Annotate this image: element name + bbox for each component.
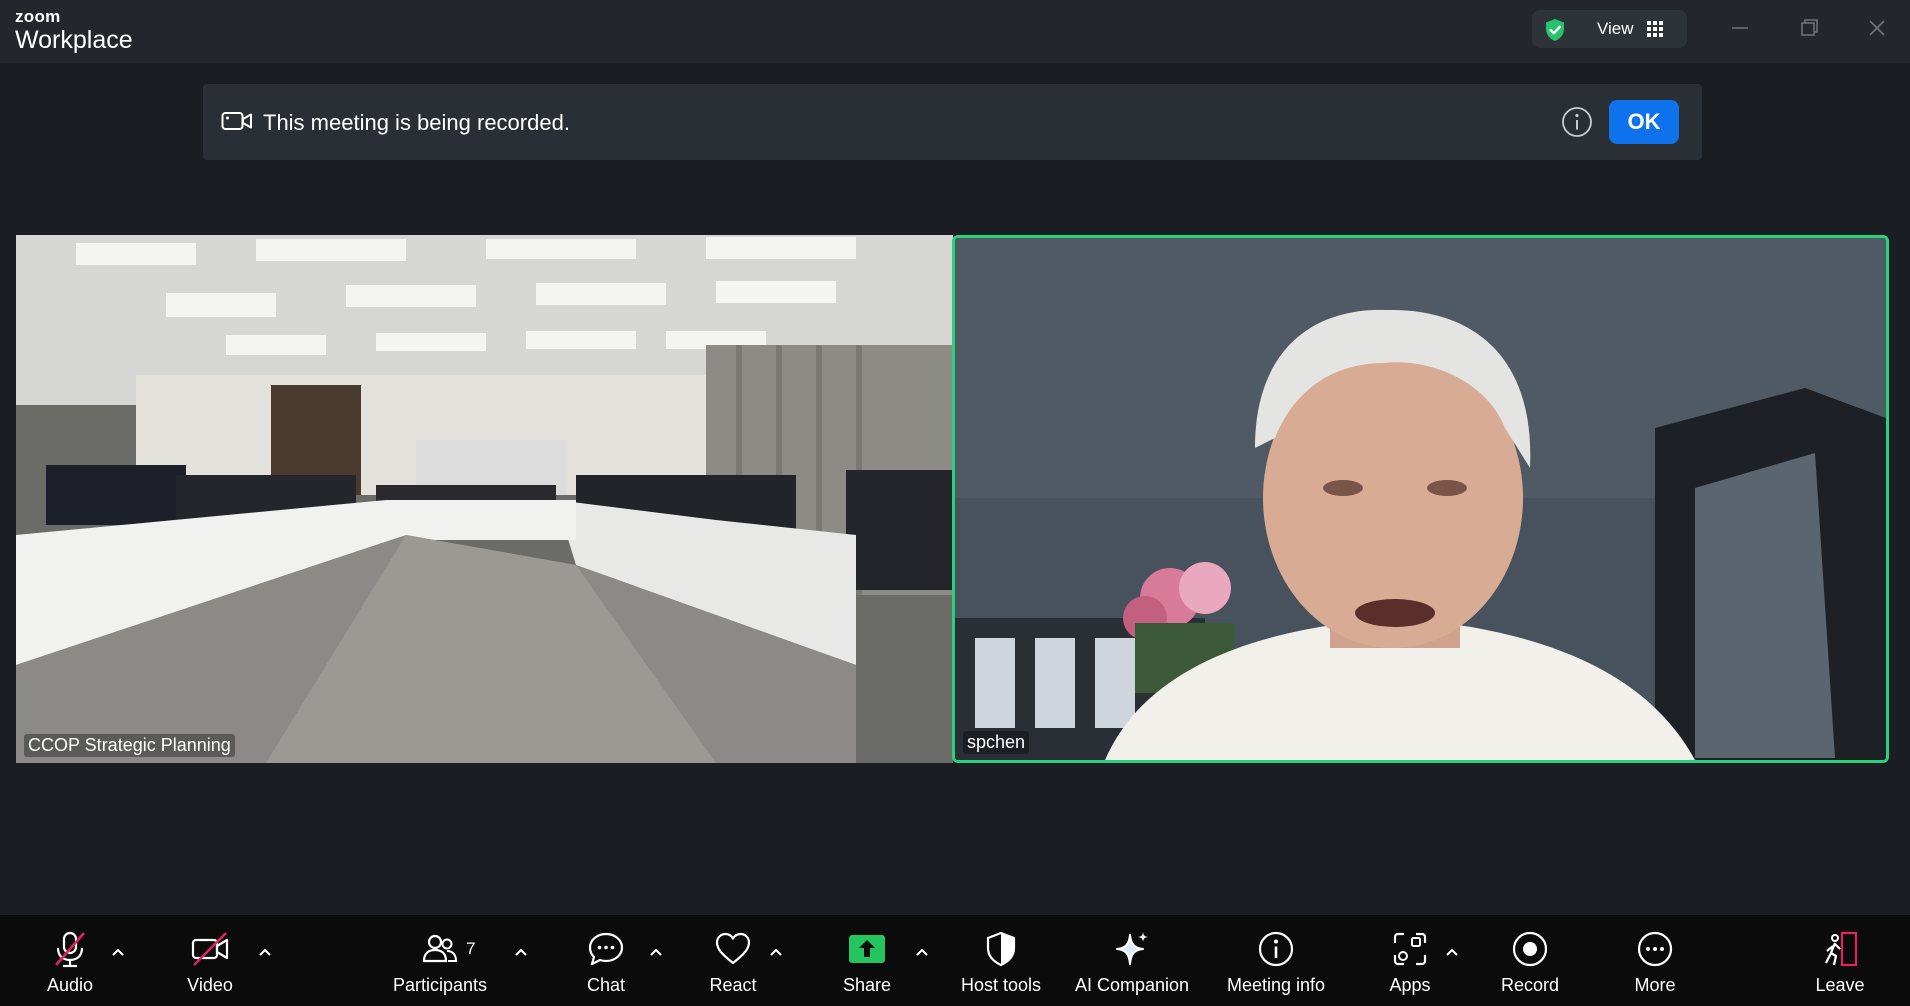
participants-button[interactable]: Participants xyxy=(390,915,490,1006)
record-icon xyxy=(1512,931,1548,967)
meeting-toolbar: Audio Video Participants 7 Chat React Sh… xyxy=(0,915,1910,1006)
meeting-info-button[interactable]: Meeting info xyxy=(1216,915,1336,1006)
more-dots-icon xyxy=(1637,931,1673,967)
apps-label: Apps xyxy=(1389,975,1431,995)
participant-name-label: spchen xyxy=(963,731,1030,754)
grid-icon xyxy=(1647,21,1663,37)
leave-button[interactable]: Leave xyxy=(1800,915,1880,1006)
video-camera-off-icon xyxy=(191,932,229,966)
participants-options-caret-icon[interactable] xyxy=(514,947,528,957)
close-icon[interactable] xyxy=(1862,14,1892,42)
minimize-icon[interactable] xyxy=(1725,14,1755,42)
conference-room-video xyxy=(16,235,953,763)
participants-count: 7 xyxy=(466,939,476,958)
share-screen-icon xyxy=(849,935,885,963)
record-button[interactable]: Record xyxy=(1490,915,1570,1006)
share-label: Share xyxy=(842,975,892,995)
title-bar: zoom Workplace View xyxy=(0,0,1910,63)
video-button[interactable]: Video xyxy=(170,915,250,1006)
microphone-muted-icon xyxy=(55,931,85,968)
participants-label: Participants xyxy=(392,975,488,995)
video-tile-ccop-strategic-planning[interactable]: CCOP Strategic Planning xyxy=(16,235,953,763)
audio-options-caret-icon[interactable] xyxy=(111,947,125,957)
participants-icon xyxy=(422,934,458,963)
video-tile-spchen[interactable]: spchen xyxy=(952,235,1889,763)
host-shield-icon xyxy=(986,931,1016,967)
brand-large: Workplace xyxy=(15,26,133,54)
ok-button[interactable]: OK xyxy=(1609,100,1679,144)
record-label: Record xyxy=(1500,975,1560,995)
heart-icon xyxy=(715,932,751,965)
more-label: More xyxy=(1634,975,1676,995)
video-options-caret-icon[interactable] xyxy=(258,947,272,957)
ai-companion-button[interactable]: AI Companion xyxy=(1071,915,1193,1006)
restore-icon[interactable] xyxy=(1794,14,1824,42)
react-label: React xyxy=(709,975,757,995)
react-button[interactable]: React xyxy=(693,915,773,1006)
ai-sparkle-icon xyxy=(1116,932,1148,965)
share-options-caret-icon[interactable] xyxy=(915,947,929,957)
audio-label: Audio xyxy=(46,975,94,995)
meeting-info-icon xyxy=(1258,931,1294,967)
participant-name-label: CCOP Strategic Planning xyxy=(24,734,235,757)
more-button[interactable]: More xyxy=(1615,915,1695,1006)
host-tools-button[interactable]: Host tools xyxy=(951,915,1051,1006)
leave-door-icon xyxy=(1825,931,1858,967)
chat-icon xyxy=(588,932,624,966)
view-label: View xyxy=(1597,19,1634,38)
recording-camera-icon xyxy=(221,112,252,130)
apps-options-caret-icon[interactable] xyxy=(1445,947,1459,957)
share-button[interactable]: Share xyxy=(827,915,907,1006)
view-button[interactable]: View xyxy=(1532,10,1687,48)
zoom-workplace-logo: zoom Workplace xyxy=(15,8,133,53)
ai-companion-label: AI Companion xyxy=(1074,975,1190,995)
recording-message: This meeting is being recorded. xyxy=(263,110,570,135)
leave-label: Leave xyxy=(1815,975,1865,995)
speaker-video xyxy=(955,238,1886,760)
react-options-caret-icon[interactable] xyxy=(769,947,783,957)
apps-button[interactable]: Apps xyxy=(1370,915,1450,1006)
apps-icon xyxy=(1393,932,1427,966)
recording-banner: This meeting is being recorded. OK xyxy=(203,84,1702,160)
video-label: Video xyxy=(187,975,233,995)
chat-button[interactable]: Chat xyxy=(566,915,646,1006)
brand-small: zoom xyxy=(15,7,61,26)
chat-options-caret-icon[interactable] xyxy=(649,947,663,957)
audio-button[interactable]: Audio xyxy=(30,915,110,1006)
meeting-info-label: Meeting info xyxy=(1226,975,1326,995)
encryption-shield-icon xyxy=(1546,19,1564,41)
chat-label: Chat xyxy=(586,975,626,995)
host-tools-label: Host tools xyxy=(960,975,1042,995)
info-icon[interactable] xyxy=(1561,106,1593,138)
